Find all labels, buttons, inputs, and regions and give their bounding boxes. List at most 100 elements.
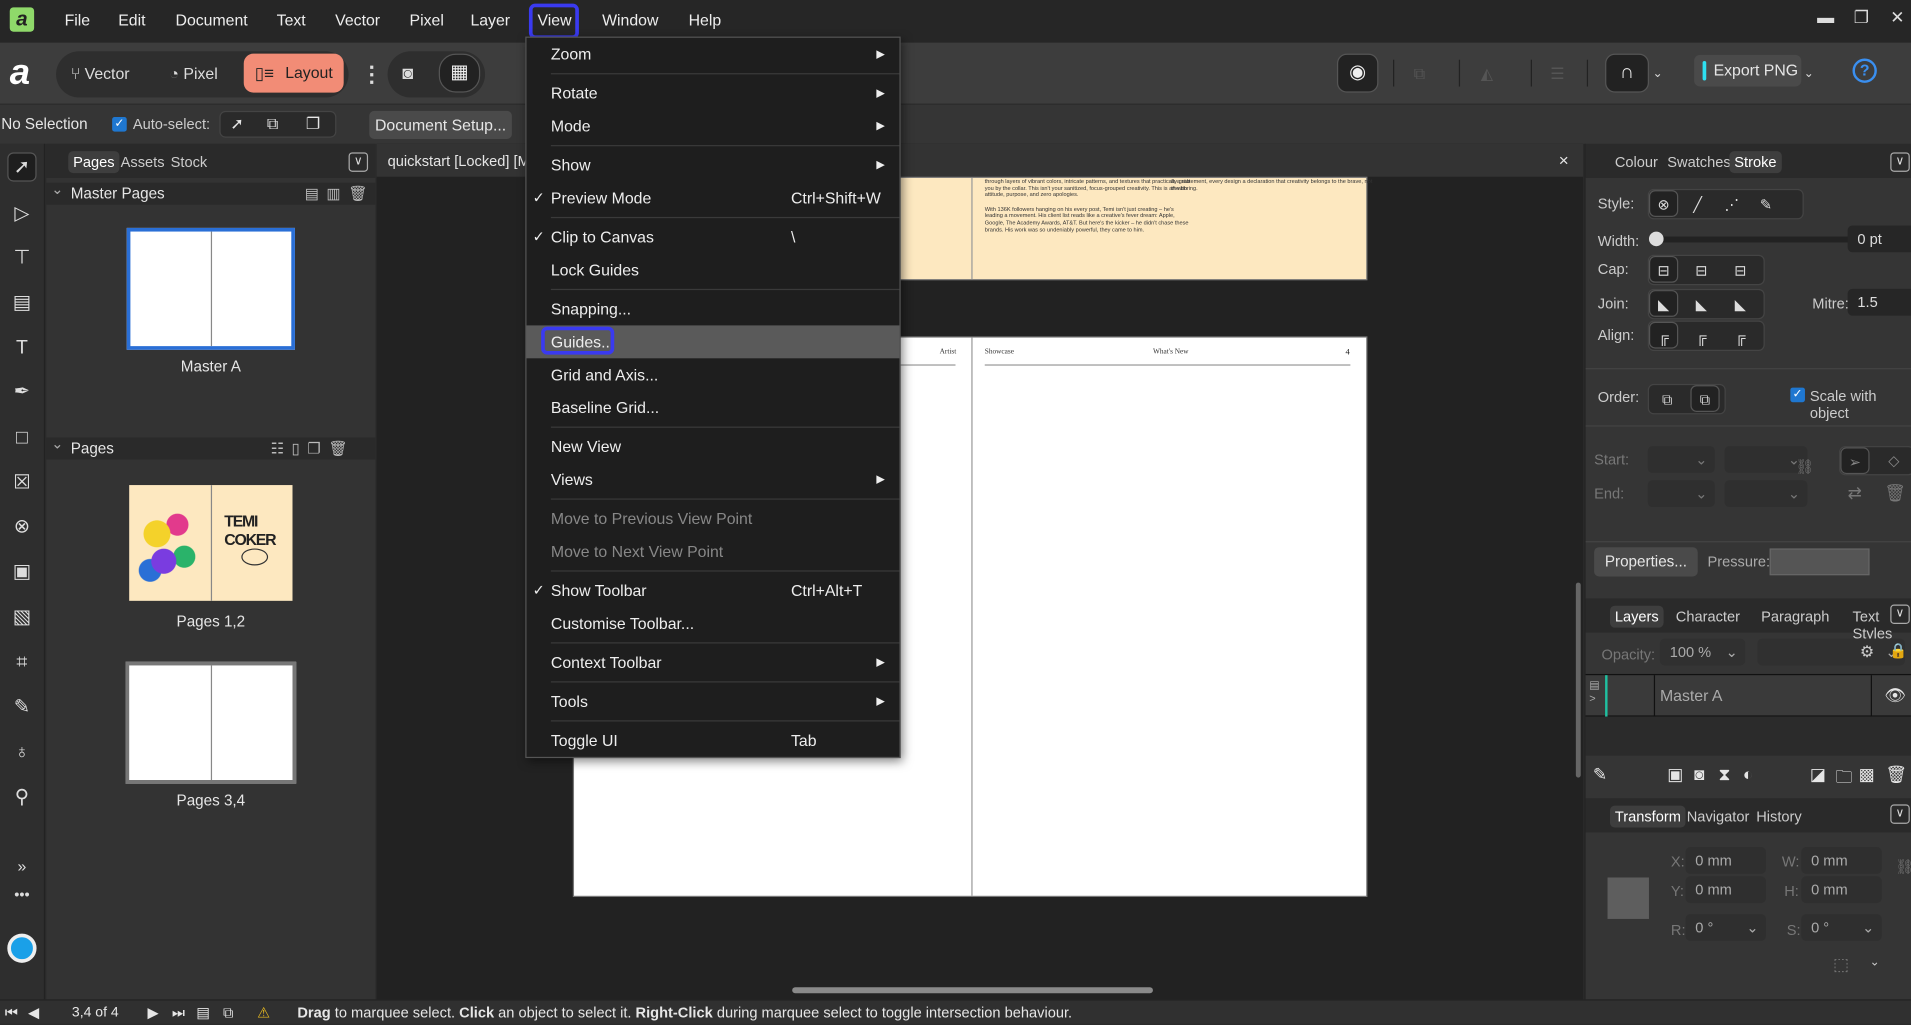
live-filter-icon[interactable]: ◐ [1743, 764, 1753, 784]
blend-mode-select[interactable]: ⌄ [1757, 638, 1905, 666]
h-field[interactable]: 0 mm [1801, 876, 1882, 904]
tab-swatches[interactable]: Swatches [1662, 151, 1735, 173]
menu-item-snapping[interactable]: Snapping... [527, 293, 900, 326]
end-scale-select[interactable]: ⌄ [1724, 480, 1808, 507]
add-group-icon[interactable]: 🗀 [1835, 764, 1852, 793]
text-frame-icon[interactable]: ◙ [402, 56, 413, 93]
delete-layer-icon[interactable]: 🗑 [1885, 764, 1907, 785]
master-pages-header[interactable]: Master Pages ▤▥🗑 [46, 178, 376, 205]
tab-transform[interactable]: Transform [1609, 805, 1686, 828]
tab-stroke[interactable]: Stroke [1729, 151, 1782, 174]
width-slider-handle[interactable] [1648, 231, 1664, 247]
layer-expand-icon[interactable]: ▤ > [1589, 679, 1599, 705]
arrowhead-inside-icon[interactable]: ◇ [1879, 447, 1908, 474]
node-tool-icon[interactable]: ▷ [7, 200, 36, 229]
edit-layer-icon[interactable]: ✎ [1593, 764, 1607, 785]
preview-mode-icon[interactable]: ◉ [1336, 53, 1379, 93]
round-cap-icon[interactable]: ⊟ [1648, 255, 1679, 283]
menu-item-mode[interactable]: Mode ▶ [527, 110, 900, 143]
previous-page-icon[interactable]: ◀ [28, 1001, 39, 1025]
fill-tool-icon[interactable]: ♁ [7, 739, 36, 768]
vector-persona-button[interactable]: ⑂ Vector [71, 56, 130, 93]
opacity-select[interactable]: 100 % ⌄ [1659, 638, 1746, 666]
more-options-icon[interactable]: ⋮ [361, 56, 383, 93]
menu-vector[interactable]: Vector [335, 11, 380, 29]
menu-edit[interactable]: Edit [118, 11, 145, 29]
menu-item-zoom[interactable]: Zoom ▶ [527, 38, 900, 71]
panel-collapse-icon[interactable]: ∨ [348, 152, 369, 172]
close-document-icon[interactable]: × [1559, 150, 1569, 170]
align-outside-icon[interactable]: ╔ [1726, 323, 1755, 350]
menu-item-show[interactable]: Show ▶ [527, 149, 900, 182]
text-wrap-tool-icon[interactable]: ▧ [7, 603, 36, 632]
tab-pages[interactable]: Pages [68, 151, 120, 174]
brush-stroke-icon[interactable]: ✎ [1751, 191, 1780, 218]
butt-cap-icon[interactable]: ⊟ [1687, 257, 1716, 284]
select-intersect-icon[interactable]: ⧉ [267, 115, 278, 135]
end-arrowhead-select[interactable]: ⌄ [1647, 480, 1715, 507]
settings-gear-icon[interactable]: ⚙ [1860, 642, 1874, 662]
pages-1-2-thumbnail[interactable]: TEMI COKER [129, 485, 293, 601]
properties-button[interactable]: Properties... [1594, 547, 1698, 577]
last-page-icon[interactable]: ⏭ [172, 1001, 185, 1025]
stroke-front-icon[interactable]: ⧉ [1690, 385, 1720, 412]
mitre-field[interactable]: 1.5 [1847, 288, 1911, 316]
solid-line-icon[interactable]: ╱ [1683, 191, 1712, 218]
help-icon[interactable]: ? [1852, 58, 1877, 83]
tab-character[interactable]: Character [1671, 606, 1745, 628]
panel-collapse-icon[interactable]: ∨ [1890, 152, 1910, 172]
menu-item-lock-guides[interactable]: Lock Guides [527, 254, 900, 287]
tab-stock[interactable]: Stock [166, 151, 212, 173]
y-field[interactable]: 0 mm [1685, 876, 1766, 904]
grid-view-icon[interactable]: ▦ [438, 53, 481, 93]
snapping-dropdown-icon[interactable]: ⌄ [1653, 56, 1663, 93]
vertical-scrollbar[interactable] [1575, 582, 1581, 778]
shear-field[interactable]: 0 ° ⌄ [1801, 914, 1882, 941]
horizontal-scrollbar[interactable] [792, 987, 1153, 994]
checkerboard-icon[interactable]: ▩ [1859, 764, 1875, 785]
menu-item-grid-and-axis[interactable]: Grid and Axis... [527, 358, 900, 391]
artistic-text-tool-icon[interactable]: T [7, 334, 36, 363]
transform-options-chevron-icon[interactable]: ⌄ [1870, 956, 1880, 969]
menu-help[interactable]: Help [689, 11, 722, 29]
menu-window[interactable]: Window [602, 11, 658, 29]
spread-view-icon[interactable]: ⧉ [223, 1001, 233, 1025]
move-tool-icon[interactable]: ➚ [7, 152, 37, 182]
tab-paragraph[interactable]: Paragraph [1756, 606, 1834, 628]
next-page-icon[interactable]: ▶ [147, 1001, 158, 1025]
menu-document[interactable]: Document [176, 11, 248, 29]
restore-icon[interactable]: ❐ [1854, 7, 1869, 28]
expand-tools-icon[interactable]: » [7, 852, 36, 881]
master-a-thumbnail[interactable] [126, 227, 295, 350]
adjustment-icon[interactable]: ⧗ [1718, 764, 1730, 785]
anchor-point-selector[interactable] [1607, 877, 1649, 919]
transform-origin-icon[interactable]: ⬚ [1833, 954, 1849, 975]
color-picker-tool-icon[interactable]: ⚲ [7, 784, 36, 813]
rectangle-tool-icon[interactable]: □ [7, 424, 36, 453]
rotation-field[interactable]: 0 ° ⌄ [1685, 914, 1766, 941]
layer-row[interactable]: ▤ > Master A 👁 [1585, 673, 1911, 717]
visibility-eye-icon[interactable]: 👁 [1884, 685, 1906, 706]
ellipse-frame-tool-icon[interactable]: ⊗ [7, 513, 36, 542]
menu-pixel[interactable]: Pixel [410, 11, 444, 29]
menu-item-tools[interactable]: Tools ▶ [527, 685, 900, 718]
menu-item-clip-to-canvas[interactable]: ✓ Clip to Canvas \ [527, 221, 900, 254]
export-png-button[interactable]: Export PNG [1694, 54, 1802, 87]
link-arrowheads-icon[interactable]: ⛓ [1795, 458, 1814, 475]
select-contain-icon[interactable]: ❐ [306, 115, 320, 135]
w-field[interactable]: 0 mm [1801, 847, 1882, 874]
align-center-icon[interactable]: ╔ [1648, 321, 1679, 349]
tab-colour[interactable]: Colour [1610, 151, 1663, 173]
document-tab[interactable]: quickstart [Locked] [Mo [388, 152, 538, 169]
frame-text-tool-icon[interactable]: ⊤ [7, 244, 36, 273]
tab-navigator[interactable]: Navigator [1682, 806, 1754, 828]
panel-collapse-icon[interactable]: ∨ [1890, 804, 1910, 824]
menu-item-show-toolbar[interactable]: ✓ Show Toolbar Ctrl+Alt+T [527, 574, 900, 607]
snapping-magnet-icon[interactable]: ∩ [1605, 53, 1649, 93]
master-actions-icons[interactable]: ▤▥🗑 [305, 183, 375, 205]
width-field[interactable]: 0 pt [1847, 225, 1911, 253]
menu-item-guides[interactable]: Guides... [526, 325, 900, 359]
pen-tool-icon[interactable]: ✒ [7, 378, 36, 407]
x-field[interactable]: 0 mm [1685, 847, 1766, 874]
menu-item-customise-toolbar[interactable]: Customise Toolbar... [527, 607, 900, 640]
